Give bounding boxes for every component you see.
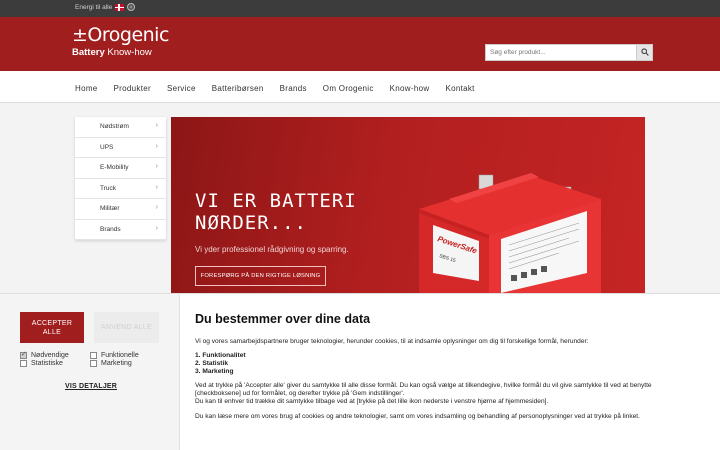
- nav-item-brands[interactable]: Brands: [280, 84, 307, 93]
- cookie-readmore-text: Du kan læse mere om vores brug af cookie…: [195, 413, 640, 420]
- logo-brand: ±Orogenic: [72, 24, 169, 46]
- main-nav: Home Produkter Service Batteribørsen Brands O…: [0, 71, 720, 103]
- cookie-title: Du bestemmer over dine data: [195, 312, 371, 326]
- nav-item-service[interactable]: Service: [167, 84, 196, 93]
- nav-item-om-orogenic[interactable]: Om Orogenic: [323, 84, 374, 93]
- search-icon: [641, 48, 649, 56]
- accept-all-line1: ACCEPTER: [31, 320, 73, 327]
- category-menu: Nødstrøm › UPS › E-Mobility › Truck › Militær › Br…: [75, 117, 166, 240]
- checkbox-statistics-box[interactable]: [20, 360, 27, 367]
- purpose-item: 2. Statistik: [195, 360, 228, 367]
- language-selector[interactable]: Energi til alle: [75, 3, 136, 11]
- search-box: [485, 44, 653, 61]
- checkbox-necessary-box[interactable]: [20, 350, 27, 359]
- chevron-right-icon: ›: [155, 204, 158, 211]
- checkbox-necessary-label: Nødvendige: [31, 352, 69, 359]
- search-button[interactable]: [636, 45, 652, 60]
- logo-tagline: Battery Know-how: [72, 47, 169, 59]
- nav-item-home[interactable]: Home: [75, 84, 98, 93]
- accept-all-line2: ALLE: [42, 329, 62, 336]
- chevron-right-icon: ›: [155, 122, 158, 129]
- hero-headline-line1: VI ER BATTERI: [195, 190, 357, 212]
- nav-item-know-how[interactable]: Know-how: [390, 84, 430, 93]
- chevron-right-icon: ›: [155, 224, 158, 232]
- language-text: Energi til alle: [75, 3, 113, 11]
- checkbox-statistics[interactable]: Statistiske: [20, 360, 63, 367]
- hero-headline: VI ER BATTERI NØRDER...: [195, 190, 357, 234]
- cookie-consent-banner: ACCEPTER ALLE ANVEND ALLE Nødvendige Fun…: [0, 293, 720, 450]
- checkbox-functional-box[interactable]: [90, 352, 97, 359]
- cookie-consent-text: Ved at trykke på 'Accepter alle' giver d…: [195, 382, 652, 397]
- battery-image: PowerSafe SBS 15: [419, 173, 601, 293]
- show-details-link[interactable]: VIS DETALJER: [65, 383, 117, 390]
- checkbox-functional[interactable]: Funktionelle: [90, 352, 139, 359]
- sidemenu-item-label: E-Mobility: [100, 164, 129, 171]
- checkbox-necessary[interactable]: Nødvendige: [20, 350, 69, 359]
- nav-item-produkter[interactable]: Produkter: [114, 84, 151, 93]
- chevron-right-icon: ›: [155, 142, 158, 150]
- sidemenu-item-label: UPS: [100, 143, 114, 151]
- chevron-right-icon: ›: [155, 163, 158, 170]
- nav-item-batteribørsen[interactable]: Batteribørsen: [212, 84, 264, 93]
- checkbox-marketing[interactable]: Marketing: [90, 360, 132, 367]
- cookie-withdraw-text: Du kan til enhver tid trække dit samtykk…: [195, 398, 549, 405]
- cookie-intro: Vi og vores samarbejdspartnere bruger te…: [195, 338, 589, 345]
- hero-cta-button[interactable]: FORESPØRG PÅ DEN RIGTIGE LØSNING: [195, 266, 326, 286]
- sidemenu-item-label: Nødstrøm: [100, 123, 129, 130]
- sidemenu-item[interactable]: Truck ›: [75, 179, 166, 199]
- sidemenu-item[interactable]: E-Mobility ›: [75, 158, 166, 179]
- sidemenu-item[interactable]: Brands ›: [75, 220, 166, 240]
- checkbox-statistics-label: Statistiske: [31, 360, 63, 367]
- accept-all-button[interactable]: ACCEPTER ALLE: [20, 312, 84, 343]
- sidemenu-item[interactable]: Militær ›: [75, 199, 166, 220]
- purpose-item: 3. Marketing: [195, 368, 234, 375]
- sidemenu-item[interactable]: Nødstrøm ›: [75, 117, 166, 138]
- hero-banner: VI ER BATTERI NØRDER... Vi yder professi…: [171, 117, 645, 293]
- search-input[interactable]: [486, 45, 636, 60]
- hero-headline-line2: NØRDER...: [195, 212, 307, 234]
- sidemenu-item-label: Truck: [100, 184, 117, 192]
- sidemenu-item-label: Militær: [100, 205, 120, 212]
- globe-icon[interactable]: [127, 3, 136, 11]
- sidemenu-item-label: Brands: [100, 225, 121, 233]
- checkbox-marketing-box[interactable]: [90, 360, 97, 367]
- cookie-purposes: 1. Funktionalitet 2. Statistik 3. Market…: [195, 352, 695, 376]
- sidemenu-item[interactable]: UPS ›: [75, 138, 166, 158]
- cookie-text-panel: Du bestemmer over dine data Vi og vores …: [195, 312, 695, 421]
- cookie-actions-panel: ACCEPTER ALLE ANVEND ALLE Nødvendige Fun…: [0, 294, 180, 450]
- apply-all-button[interactable]: ANVEND ALLE: [94, 312, 159, 343]
- logo-tagline-bold: Battery: [72, 47, 105, 58]
- checkbox-functional-label: Funktionelle: [101, 352, 139, 359]
- nav-item-kontakt[interactable]: Kontakt: [445, 84, 474, 93]
- purpose-item: 1. Funktionalitet: [195, 352, 246, 359]
- logo-tagline-rest: Know-how: [104, 47, 152, 58]
- chevron-right-icon: ›: [155, 183, 158, 191]
- danish-flag-icon[interactable]: [115, 3, 125, 11]
- top-utility-bar: Energi til alle: [0, 0, 720, 17]
- site-header: ±Orogenic Battery Know-how: [0, 17, 720, 71]
- checkbox-marketing-label: Marketing: [101, 360, 132, 367]
- logo[interactable]: ±Orogenic Battery Know-how: [72, 23, 169, 59]
- hero-subtitle: Vi yder professionel rådgivning og sparr…: [195, 245, 349, 254]
